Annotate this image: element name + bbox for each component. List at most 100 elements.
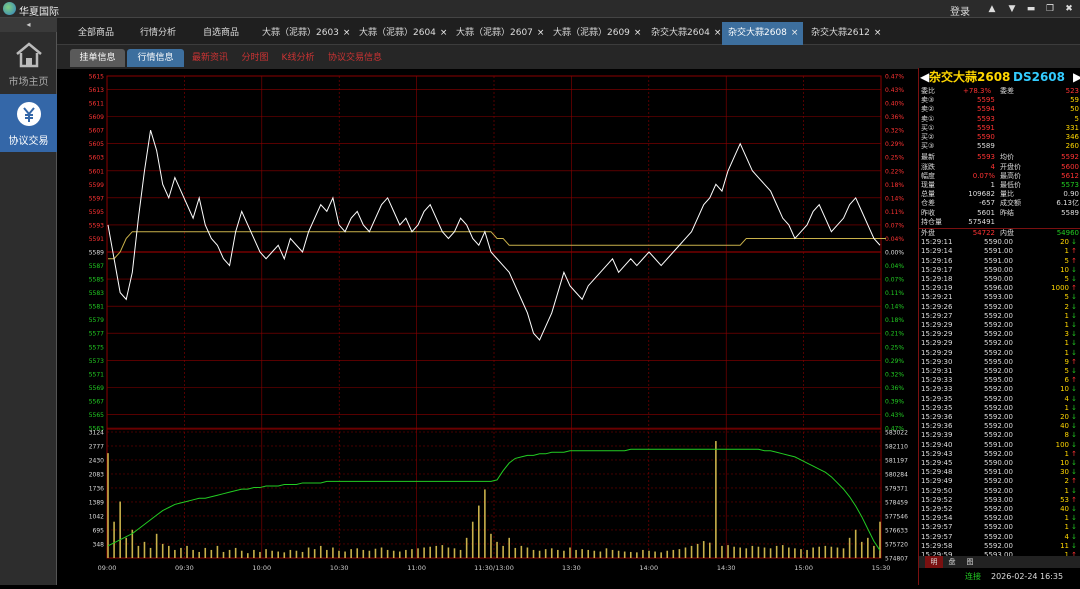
tick-price: 5592.00 bbox=[984, 367, 1013, 375]
tab-6[interactable]: 大蒜（泥蒜）2609 × bbox=[547, 22, 644, 45]
subtab-2[interactable]: 最新资讯 bbox=[187, 49, 233, 67]
time-tick-label: 15:30 bbox=[872, 564, 891, 572]
tab-close-icon[interactable]: × bbox=[440, 28, 448, 38]
label: 涨跌 bbox=[921, 162, 935, 171]
prev-contract-icon[interactable]: ◀ bbox=[920, 68, 929, 86]
subtab-3[interactable]: 分时图 bbox=[235, 49, 275, 67]
tick-row: 15:29:36 5592.00 40 ↓ bbox=[919, 422, 1079, 431]
subtab-0[interactable]: 挂单信息 bbox=[70, 49, 125, 67]
tick-time: 15:29:52 bbox=[921, 505, 953, 513]
panel-tab-0[interactable]: 明 bbox=[925, 556, 943, 568]
tab-label: 自选商品 bbox=[203, 28, 240, 38]
tick-row: 15:29:52 5593.00 53 ↑ bbox=[919, 496, 1079, 505]
percent-tick-label: 0.00% bbox=[885, 250, 904, 257]
tab-close-icon[interactable]: × bbox=[634, 28, 642, 38]
percent-tick-label: 0.07% bbox=[885, 277, 904, 284]
tick-time: 15:29:40 bbox=[921, 440, 953, 449]
percent-tick-label: 0.32% bbox=[885, 128, 904, 135]
value: 5612 bbox=[1061, 171, 1079, 180]
label: 幅度 bbox=[921, 171, 935, 180]
tab-close-icon[interactable]: × bbox=[537, 28, 545, 38]
tick-qty: 5 bbox=[1064, 256, 1069, 265]
tick-row: 15:29:14 5591.00 1 ↑ bbox=[919, 247, 1079, 256]
restore-icon[interactable]: ❐ bbox=[1043, 3, 1057, 15]
app-title: 华夏国际 bbox=[19, 7, 59, 18]
tick-direction: ↓ bbox=[1071, 348, 1077, 357]
order-book-row: 买② 5590 346 bbox=[919, 133, 1080, 142]
tab-4[interactable]: 大蒜（泥蒜）2604 × bbox=[353, 22, 449, 45]
tick-row: 15:29:57 5592.00 4 ↓ bbox=[919, 533, 1079, 542]
intraday-chart[interactable]: 5615 0.47% 5613 0.43% 5611 0.40% 5609 0.36% 5607… bbox=[70, 70, 918, 585]
percent-tick-label: 0.25% bbox=[885, 344, 904, 351]
panel-tab-1[interactable]: 盘 bbox=[943, 556, 961, 568]
price-tick-label: 5597 bbox=[89, 195, 104, 202]
tick-qty: 6 bbox=[1064, 376, 1069, 385]
value: 54722 bbox=[972, 229, 995, 237]
tick-direction: ↓ bbox=[1071, 532, 1077, 541]
shirt-icon[interactable]: ▲ bbox=[985, 3, 999, 15]
panel-tab-2[interactable]: 图 bbox=[961, 556, 979, 568]
tick-qty: 11 bbox=[1060, 541, 1069, 550]
sidebar-item-protocol-trade[interactable]: 协议交易 bbox=[0, 94, 57, 152]
percent-tick-label: 0.14% bbox=[885, 195, 904, 202]
tab-2[interactable]: 自选商品 bbox=[197, 22, 253, 45]
close-icon[interactable]: ✖ bbox=[1062, 3, 1076, 15]
tab-close-icon[interactable]: × bbox=[714, 28, 722, 38]
tick-qty: 20 bbox=[1060, 238, 1069, 247]
tick-time: 15:29:39 bbox=[921, 431, 953, 440]
open-interest-tick-label: 574807 bbox=[885, 556, 908, 563]
tab-5[interactable]: 大蒜（泥蒜）2607 × bbox=[450, 22, 546, 45]
tab-0[interactable]: 全部商品 bbox=[72, 22, 132, 45]
tick-price: 5592.00 bbox=[984, 477, 1013, 486]
tick-price: 5591.00 bbox=[984, 468, 1013, 477]
next-contract-icon[interactable]: ▶ bbox=[1073, 68, 1080, 86]
tick-time: 15:29:31 bbox=[921, 367, 953, 375]
tick-price: 5592.00 bbox=[984, 431, 1013, 440]
stats-row: 仓差 -657 成交额 6.13亿 bbox=[919, 199, 1080, 208]
tick-time: 15:29:43 bbox=[921, 449, 953, 458]
tick-direction: ↓ bbox=[1071, 275, 1077, 283]
value: 0.07% bbox=[972, 171, 995, 180]
subtab-4[interactable]: K线分析 bbox=[277, 49, 319, 67]
sidebar-item-market-home[interactable]: 市场主页 bbox=[0, 35, 57, 93]
panel-title: ◀ 杂交大蒜2608 DS2608 ▶ bbox=[919, 68, 1080, 86]
percent-tick-label: 0.18% bbox=[885, 182, 904, 189]
time-tick-label: 09:00 bbox=[98, 564, 117, 572]
tab-7[interactable]: 杂交大蒜2604 × bbox=[645, 22, 721, 45]
price-tick-label: 5613 bbox=[89, 87, 104, 94]
tick-direction: ↓ bbox=[1071, 293, 1077, 302]
tab-close-icon[interactable]: × bbox=[791, 28, 799, 38]
price-tick-label: 5575 bbox=[89, 344, 104, 351]
tick-direction: ↓ bbox=[1071, 385, 1077, 394]
tick-row: 15:29:54 5592.00 1 ↓ bbox=[919, 514, 1079, 523]
tick-row: 15:29:57 5592.00 1 ↓ bbox=[919, 523, 1079, 532]
tab-1[interactable]: 行情分析 bbox=[134, 22, 194, 45]
order-book-row: 卖② 5594 50 bbox=[919, 105, 1080, 114]
tick-price: 5592.00 bbox=[984, 505, 1013, 513]
volume-tick-label: 2777 bbox=[89, 443, 104, 450]
label: 内盘 bbox=[1000, 229, 1014, 237]
tick-qty: 1 bbox=[1064, 311, 1069, 320]
subtab-bar: 挂单信息 行情信息 最新资讯 分时图 K线分析 协议交易信息 bbox=[57, 45, 1080, 69]
tick-row: 15:29:58 5592.00 11 ↓ bbox=[919, 542, 1079, 551]
price-tick-label: 5565 bbox=[89, 412, 104, 419]
subtab-5[interactable]: 协议交易信息 bbox=[321, 49, 389, 67]
login-link[interactable]: 登录 bbox=[950, 3, 970, 18]
tab-9[interactable]: 杂交大蒜2612 × bbox=[805, 22, 885, 45]
tick-time: 15:29:17 bbox=[921, 265, 953, 274]
tab-close-icon[interactable]: × bbox=[343, 28, 351, 38]
percent-tick-label: 0.39% bbox=[885, 398, 904, 405]
tick-row: 15:29:17 5590.00 10 ↓ bbox=[919, 266, 1079, 275]
tab-close-icon[interactable]: × bbox=[874, 28, 882, 38]
sidebar-collapse-button[interactable]: ◂ bbox=[0, 18, 57, 32]
open-interest-tick-label: 579371 bbox=[885, 486, 908, 493]
subtab-1[interactable]: 行情信息 bbox=[127, 49, 184, 67]
price-tick-label: 5589 bbox=[89, 250, 104, 257]
tab-8[interactable]: 杂交大蒜2608 × bbox=[722, 22, 803, 45]
minimize-icon[interactable]: ▬ bbox=[1024, 3, 1038, 15]
tick-row: 15:29:48 5591.00 30 ↓ bbox=[919, 468, 1079, 477]
tab-3[interactable]: 大蒜（泥蒜）2603 × bbox=[256, 22, 352, 45]
tick-price: 5592.00 bbox=[984, 330, 1013, 339]
dropdown-icon[interactable]: ▼ bbox=[1005, 3, 1019, 15]
tick-time: 15:29:57 bbox=[921, 532, 953, 541]
